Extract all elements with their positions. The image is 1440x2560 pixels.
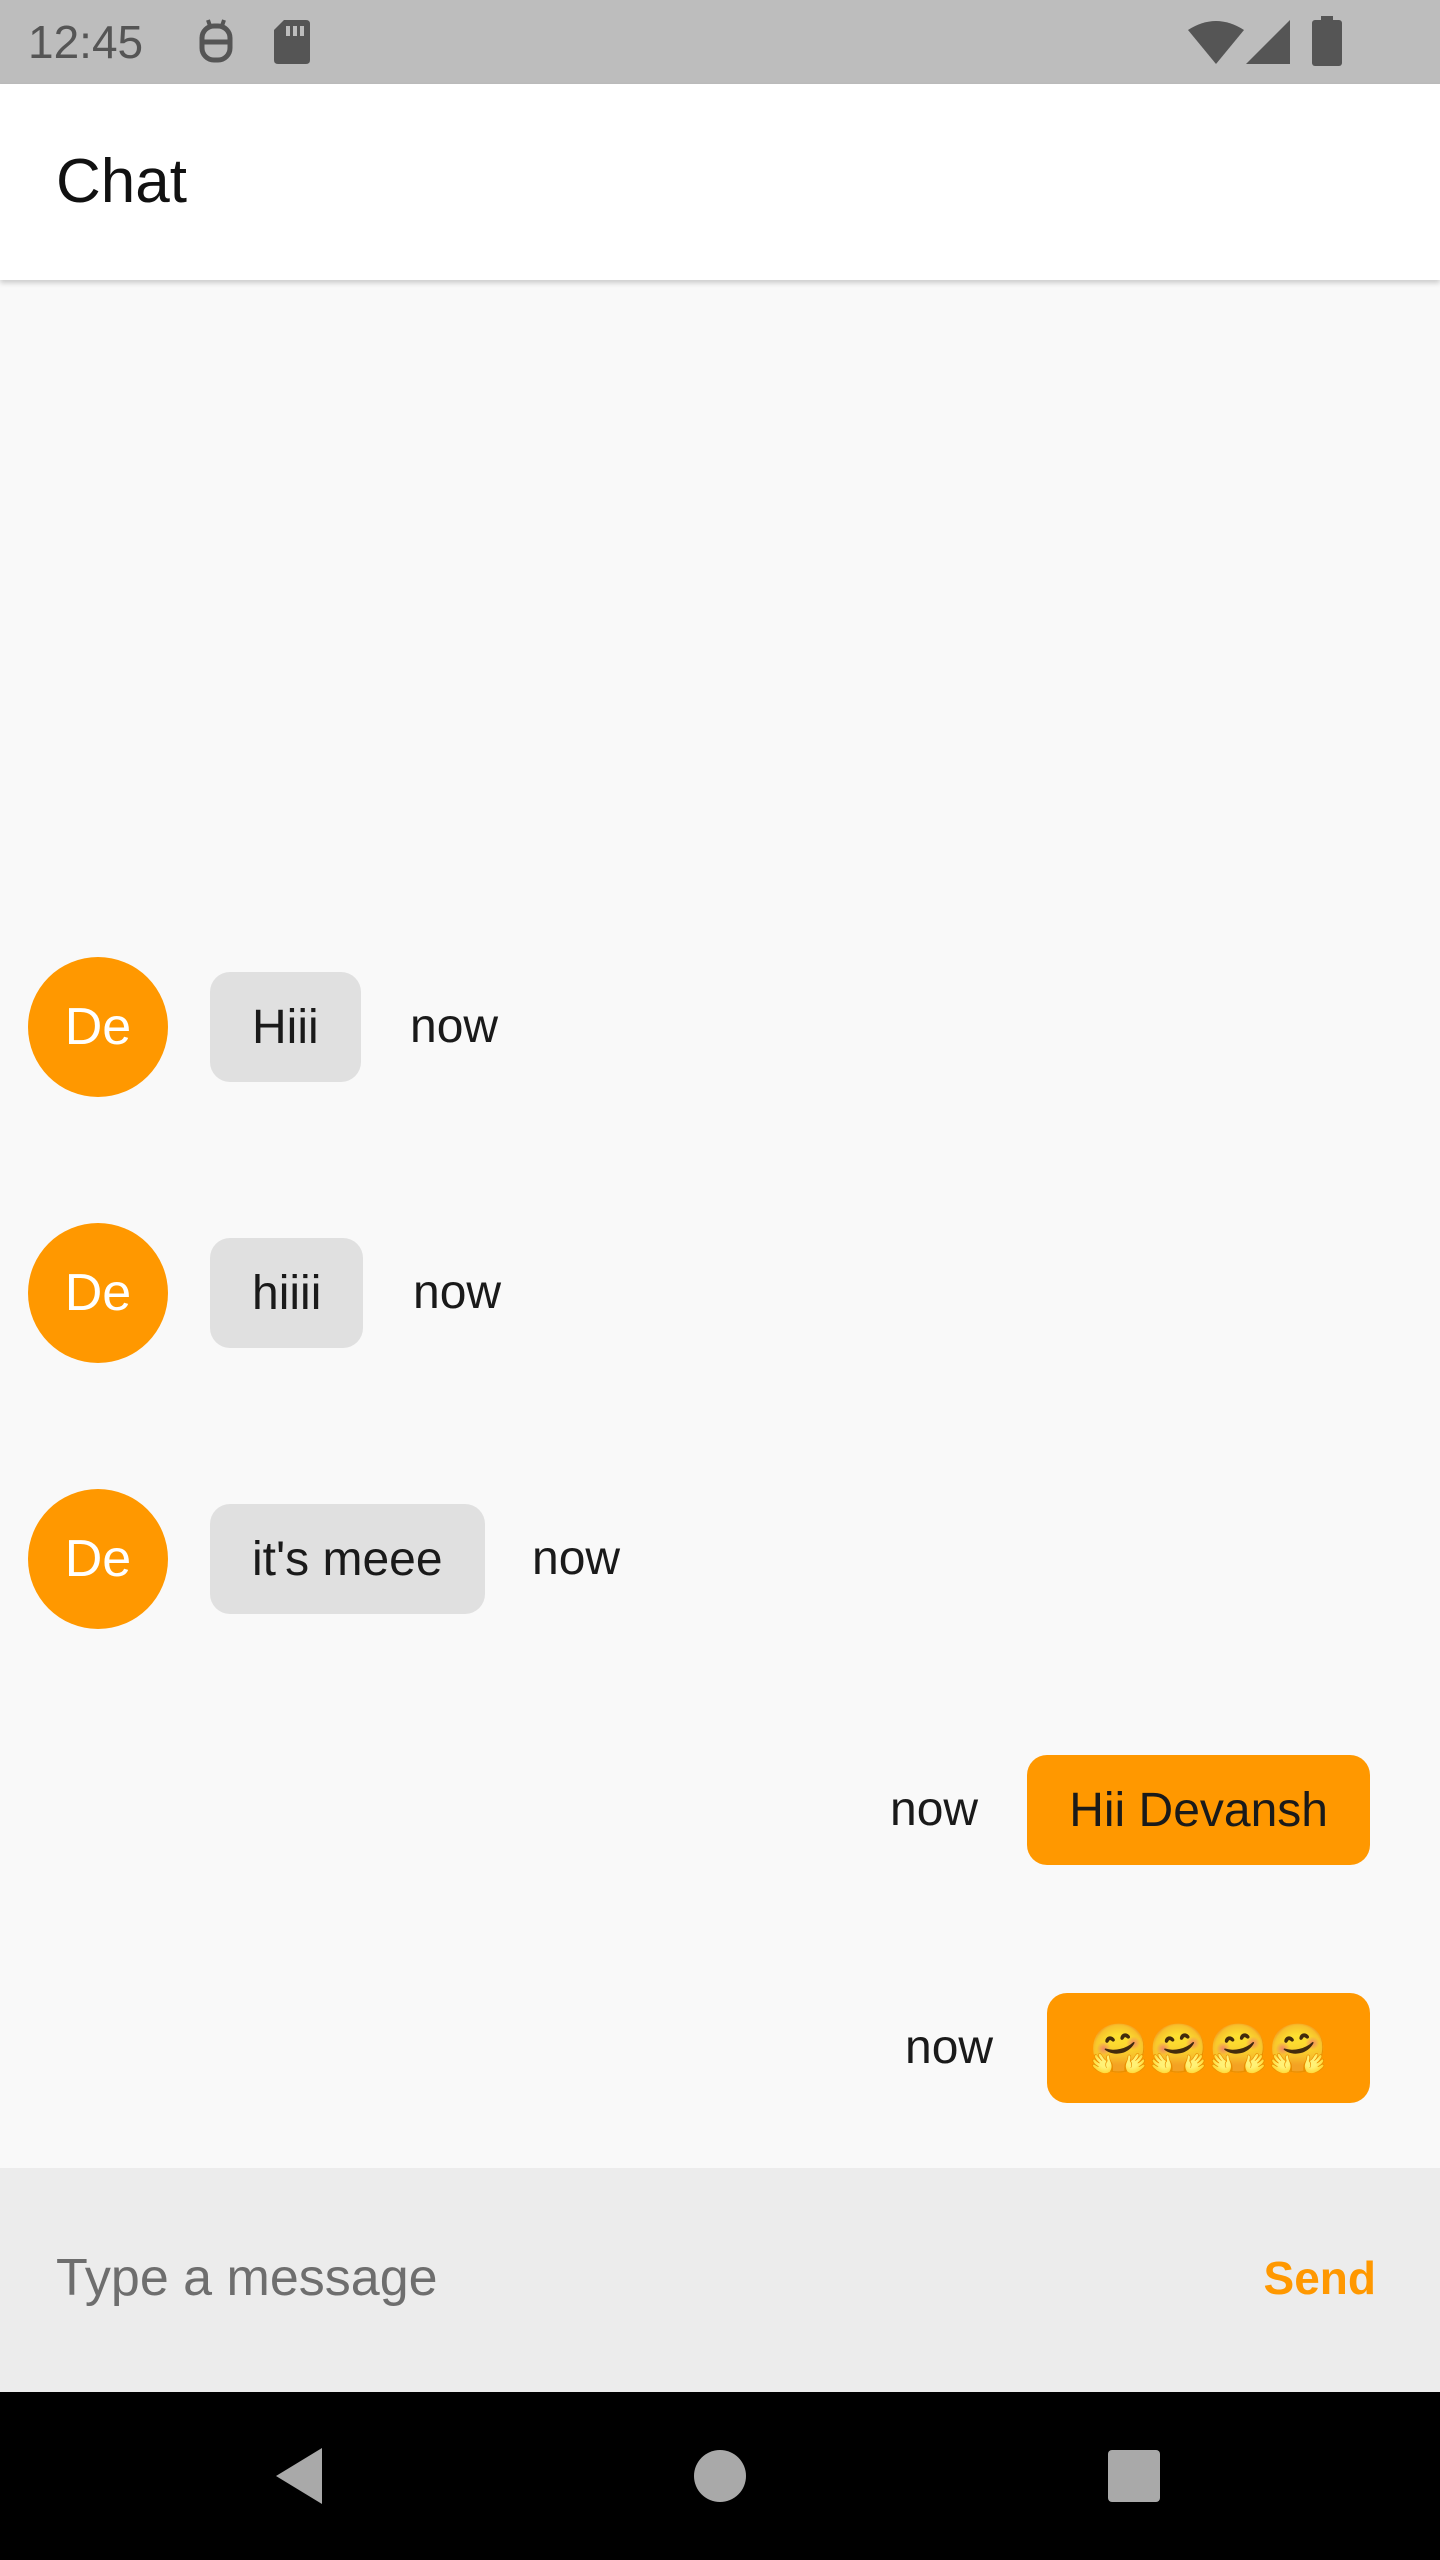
avatar[interactable]: De xyxy=(28,1489,168,1629)
message-time: now xyxy=(905,2021,994,2074)
cell-signal-icon xyxy=(1246,20,1290,69)
battery-icon xyxy=(1312,16,1342,71)
message-time: now xyxy=(532,1532,621,1585)
send-button[interactable]: Send xyxy=(1264,2244,1376,2312)
system-nav-bar xyxy=(0,2392,1440,2560)
back-icon[interactable] xyxy=(258,2434,342,2518)
message-row: De it's meee now xyxy=(0,1489,1440,1629)
message-input[interactable] xyxy=(56,2228,1156,2328)
message-row: De hiiii now xyxy=(0,1223,1440,1363)
avatar[interactable]: De xyxy=(28,957,168,1097)
message-bubble[interactable]: it's meee xyxy=(210,1504,485,1614)
message-time: now xyxy=(890,1783,979,1836)
message-time: now xyxy=(410,1000,499,1053)
message-composer: Send xyxy=(0,2168,1440,2392)
debug-icon xyxy=(196,18,236,71)
message-bubble[interactable]: 🤗🤗🤗🤗 xyxy=(1046,1993,1370,2103)
wifi-icon xyxy=(1188,20,1244,69)
status-time: 12:45 xyxy=(28,16,144,68)
message-bubble[interactable]: Hiii xyxy=(210,972,361,1082)
sd-card-icon xyxy=(272,18,312,71)
message-row: now Hii Devansh xyxy=(0,1755,1440,1865)
recents-icon[interactable] xyxy=(1092,2434,1176,2518)
message-row: De Hiii now xyxy=(0,957,1440,1097)
message-bubble[interactable]: Hii Devansh xyxy=(1027,1755,1370,1865)
chat-screen: 12:45 Chat De Hiii now De hiiii now De i… xyxy=(0,0,1440,2560)
message-time: now xyxy=(413,1266,502,1319)
message-row: now 🤗🤗🤗🤗 xyxy=(0,1993,1440,2103)
message-bubble[interactable]: hiiii xyxy=(210,1238,364,1348)
app-bar: Chat xyxy=(0,84,1440,280)
message-list[interactable]: De Hiii now De hiiii now De it's meee no… xyxy=(0,282,1440,2168)
status-bar: 12:45 xyxy=(0,0,1440,84)
page-title: Chat xyxy=(56,147,187,216)
avatar[interactable]: De xyxy=(28,1223,168,1363)
home-icon[interactable] xyxy=(678,2434,762,2518)
